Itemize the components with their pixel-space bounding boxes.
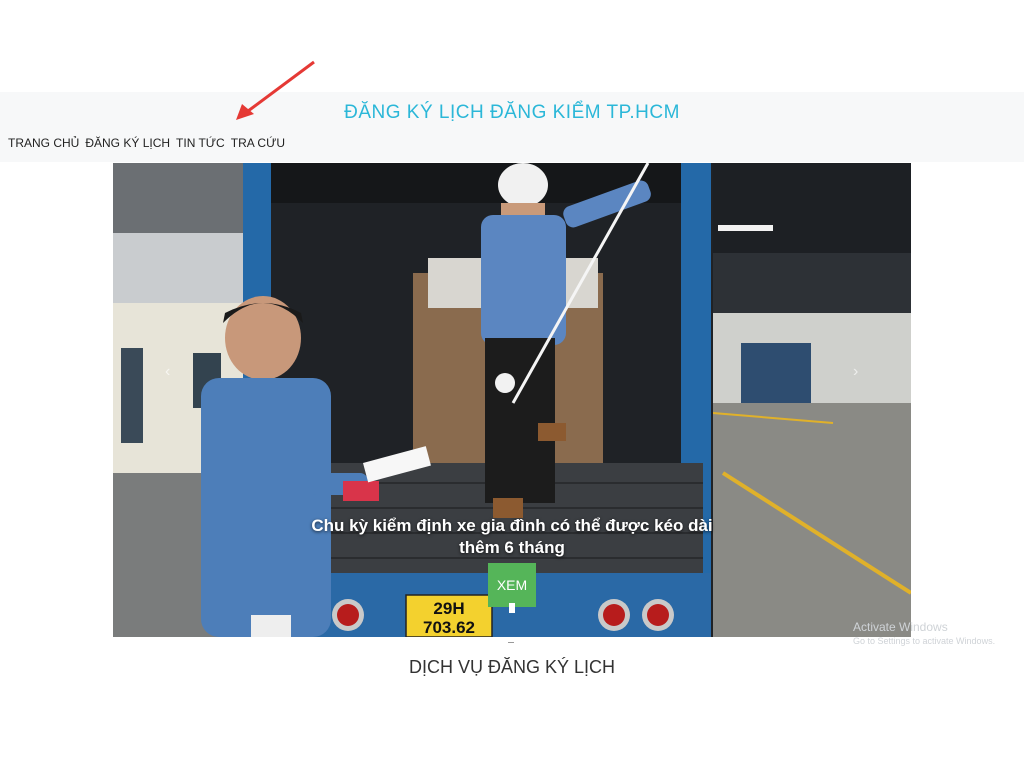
plate-line1: 29H <box>433 599 464 618</box>
section-title: DỊCH VỤ ĐĂNG KÝ LỊCH <box>408 657 616 677</box>
plate-line2: 703.62 <box>423 618 475 637</box>
view-article-button[interactable]: XEM <box>488 563 536 607</box>
windows-activation-watermark: Activate Windows Go to Settings to activ… <box>853 620 995 646</box>
slide-caption-line2: thêm 6 tháng <box>459 538 565 557</box>
nav-item-lookup[interactable]: TRA CỨU <box>231 136 285 150</box>
divider <box>508 642 514 643</box>
annotation-arrow-icon <box>236 60 315 120</box>
slide-caption-line1: Chu kỳ kiểm định xe gia đình có thể được… <box>311 516 713 535</box>
main-nav: TRANG CHỦ ĐĂNG KÝ LỊCH TIN TỨC TRA CỨU <box>8 136 285 150</box>
carousel-indicator[interactable] <box>509 603 515 613</box>
hero-carousel[interactable]: 29H 703.62 ‹ › Chu kỳ kiểm định xe gia đ… <box>113 163 911 637</box>
watermark-line1: Activate Windows <box>853 620 948 634</box>
slide-caption: Chu kỳ kiểm định xe gia đình có thể được… <box>113 515 911 559</box>
watermark-line2: Go to Settings to activate Windows. <box>853 636 996 646</box>
carousel-next-icon[interactable]: › <box>853 363 858 381</box>
nav-item-register[interactable]: ĐĂNG KÝ LỊCH <box>85 136 170 150</box>
carousel-prev-icon[interactable]: ‹ <box>165 363 170 381</box>
nav-item-home[interactable]: TRANG CHỦ <box>8 136 79 150</box>
nav-item-news[interactable]: TIN TỨC <box>176 136 225 150</box>
site-title[interactable]: ĐĂNG KÝ LỊCH ĐĂNG KIỂM TP.HCM <box>0 102 1024 124</box>
